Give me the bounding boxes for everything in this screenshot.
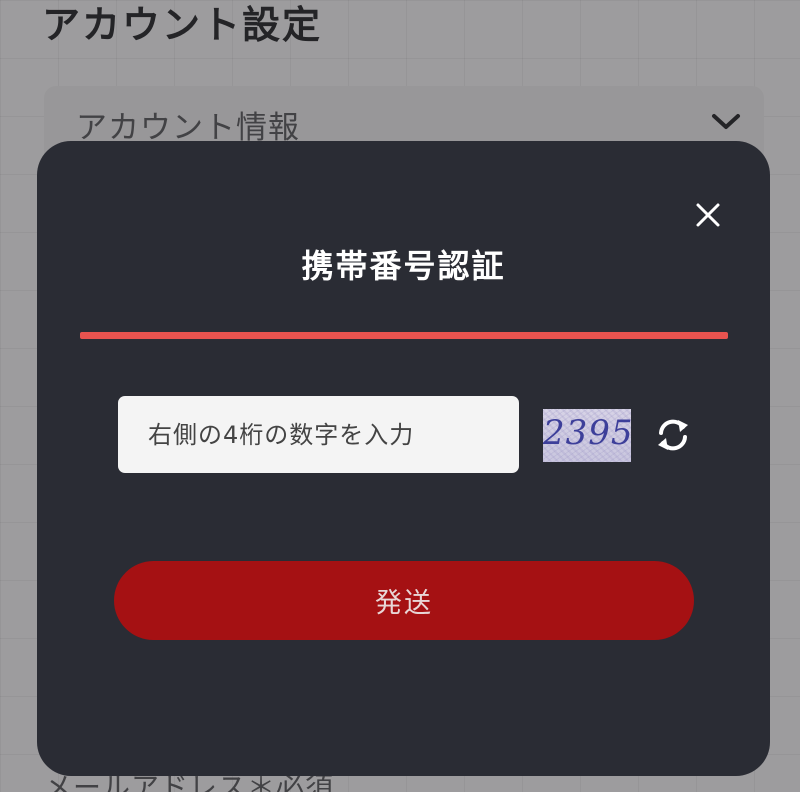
refresh-captcha-button[interactable] xyxy=(653,413,693,457)
modal-title: 携帯番号認証 xyxy=(301,247,506,285)
captcha-code: 2395 xyxy=(543,413,631,453)
close-button[interactable] xyxy=(688,195,728,235)
captcha-input[interactable] xyxy=(118,396,519,473)
captcha-image: 2395 xyxy=(543,409,631,462)
send-button[interactable]: 発送 xyxy=(114,561,694,640)
title-divider xyxy=(80,332,728,339)
close-icon xyxy=(696,203,720,227)
refresh-icon xyxy=(658,419,688,451)
phone-verification-modal: 携帯番号認証 2395 発送 xyxy=(37,141,770,776)
